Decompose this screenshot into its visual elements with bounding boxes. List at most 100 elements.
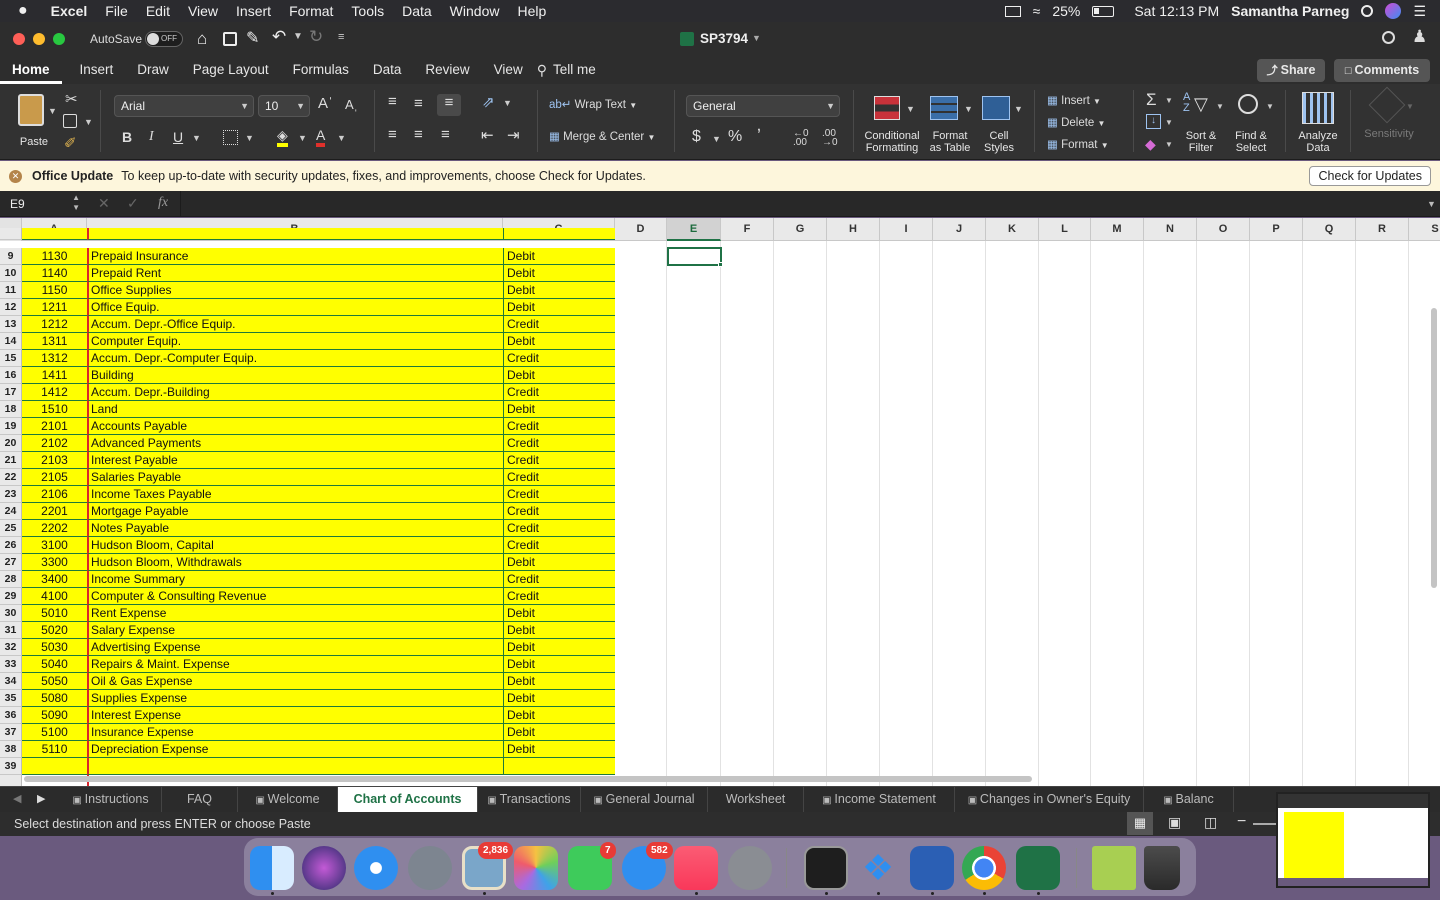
scroll-tabs-left-icon[interactable]: ◀ [13, 792, 21, 805]
account-number-cell[interactable]: 1412 [22, 384, 87, 401]
row-number[interactable]: 26 [0, 537, 22, 554]
name-box[interactable]: E9 ▲ ▼ [4, 193, 84, 214]
align-left-icon[interactable]: ≡ [388, 126, 397, 143]
row-number[interactable]: 12 [0, 299, 22, 316]
autosum-icon[interactable]: Σ [1146, 90, 1157, 110]
tab-page-layout[interactable]: Page Layout [181, 56, 281, 84]
bluetooth-app-icon[interactable]: ❖ [856, 846, 900, 890]
menu-format[interactable]: Format [280, 3, 342, 19]
horizontal-scrollbar[interactable] [24, 776, 1032, 782]
account-name-cell[interactable]: Repairs & Maint. Expense [87, 656, 503, 673]
cell-b[interactable] [87, 228, 503, 240]
menu-window[interactable]: Window [441, 3, 509, 19]
font-color-icon[interactable]: A [316, 127, 326, 147]
account-name-cell[interactable]: Depreciation Expense [87, 741, 503, 758]
row-number[interactable]: 15 [0, 350, 22, 367]
row-number[interactable]: 20 [0, 435, 22, 452]
account-number-cell[interactable]: 5040 [22, 656, 87, 673]
account-name-cell[interactable]: Hudson Bloom, Capital [87, 537, 503, 554]
accounting-dropdown-icon[interactable]: ▼ [712, 134, 721, 144]
user-name[interactable]: Samantha Parneg [1231, 3, 1349, 19]
row-number[interactable]: 29 [0, 588, 22, 605]
page-layout-view-icon[interactable]: ▣ [1168, 814, 1181, 831]
enter-formula-icon[interactable]: ✓ [127, 195, 139, 212]
expand-formula-bar-icon[interactable]: ▼ [1427, 199, 1436, 209]
account-name-cell[interactable]: Accounts Payable [87, 418, 503, 435]
row-number[interactable]: 11 [0, 282, 22, 299]
screenshot-thumbnail[interactable] [1276, 792, 1430, 888]
borders-dropdown-icon[interactable]: ▼ [245, 133, 254, 143]
normal-balance-cell[interactable]: Debit [503, 690, 615, 707]
row-number[interactable]: 23 [0, 486, 22, 503]
row-number[interactable]: 37 [0, 724, 22, 741]
orientation-dropdown-icon[interactable]: ▼ [503, 98, 512, 108]
redo-icon[interactable]: ↻ [309, 27, 323, 47]
conditional-formatting-button[interactable]: ▼ Conditional Formatting [860, 92, 924, 154]
normal-balance-cell[interactable]: Debit [503, 333, 615, 350]
menu-excel[interactable]: Excel [42, 3, 97, 19]
spreadsheet-grid[interactable]: ABCDEFGHIJKLMNOPQRS 91130Prepaid Insuran… [0, 218, 1440, 786]
account-number-cell[interactable]: 2202 [22, 520, 87, 537]
comments-button[interactable]: □ Comments [1334, 59, 1430, 82]
undo-dropdown-icon[interactable]: ▼ [293, 31, 303, 42]
normal-balance-cell[interactable]: Debit [503, 554, 615, 571]
clear-dropdown-icon[interactable]: ▼ [1165, 140, 1173, 149]
format-cells-button[interactable]: ▦ Format ▼ [1047, 136, 1109, 154]
sheet-tab[interactable]: ▣ General Journal [581, 787, 708, 812]
row-number[interactable]: 16 [0, 367, 22, 384]
clear-icon[interactable]: ◆ [1145, 136, 1156, 153]
normal-balance-cell[interactable]: Debit [503, 265, 615, 282]
normal-balance-cell[interactable]: Debit [503, 605, 615, 622]
wrap-text-button[interactable]: ab↵ Wrap Text ▼ [549, 96, 637, 114]
tab-draw[interactable]: Draw [125, 56, 181, 84]
account-number-cell[interactable]: 2201 [22, 503, 87, 520]
account-number-cell[interactable]: 2106 [22, 486, 87, 503]
orientation-icon[interactable]: ⇗ [482, 93, 495, 111]
account-name-cell[interactable]: Income Summary [87, 571, 503, 588]
undo-icon[interactable]: ↶ [272, 27, 286, 47]
launchpad-app-icon[interactable] [408, 846, 452, 890]
copy-icon[interactable] [63, 114, 77, 128]
account-number-cell[interactable]: 2101 [22, 418, 87, 435]
normal-balance-cell[interactable]: Credit [503, 350, 615, 367]
siri-app-icon[interactable] [302, 846, 346, 890]
account-name-cell[interactable]: Salary Expense [87, 622, 503, 639]
account-name-cell[interactable]: Interest Payable [87, 452, 503, 469]
account-name-cell[interactable]: Prepaid Rent [87, 265, 503, 282]
music-app-icon[interactable] [674, 846, 718, 890]
minimize-window-button[interactable] [33, 33, 45, 45]
row-number[interactable]: 21 [0, 452, 22, 469]
account-number-cell[interactable]: 2103 [22, 452, 87, 469]
menu-data[interactable]: Data [393, 3, 441, 19]
account-name-cell[interactable]: Prepaid Insurance [87, 248, 503, 265]
align-center-icon[interactable]: ≡ [414, 126, 423, 143]
normal-balance-cell[interactable]: Debit [503, 367, 615, 384]
account-number-cell[interactable]: 3100 [22, 537, 87, 554]
account-name-cell[interactable]: Rent Expense [87, 605, 503, 622]
row-number[interactable]: 14 [0, 333, 22, 350]
wifi-icon[interactable]: ≈ [1033, 3, 1041, 19]
normal-balance-cell[interactable]: Credit [503, 435, 615, 452]
normal-balance-cell[interactable]: Debit [503, 673, 615, 690]
menu-help[interactable]: Help [508, 3, 555, 19]
cancel-formula-icon[interactable]: ✕ [98, 195, 110, 212]
row-number[interactable] [0, 775, 22, 786]
format-as-table-button[interactable]: ▼ Format as Table [926, 92, 974, 154]
normal-balance-cell[interactable]: Credit [503, 384, 615, 401]
tab-insert[interactable]: Insert [68, 56, 126, 84]
comma-style-icon[interactable]: ʼ [757, 126, 761, 147]
scroll-tabs-right-icon[interactable]: ▶ [37, 792, 45, 805]
tab-home[interactable]: Home [0, 56, 62, 84]
account-number-cell[interactable]: 5090 [22, 707, 87, 724]
notification-center-icon[interactable]: ☰ [1413, 3, 1426, 20]
account-name-cell[interactable]: Office Equip. [87, 299, 503, 316]
account-number-cell[interactable]: 2105 [22, 469, 87, 486]
siri-icon[interactable] [1385, 3, 1402, 19]
menu-edit[interactable]: Edit [137, 3, 179, 19]
account-number-cell[interactable] [22, 758, 87, 775]
account-name-cell[interactable]: Accum. Depr.-Building [87, 384, 503, 401]
insert-function-icon[interactable]: fx [158, 195, 168, 211]
account-number-cell[interactable]: 1411 [22, 367, 87, 384]
system-preferences-app-icon[interactable] [728, 846, 772, 890]
account-name-cell[interactable]: Salaries Payable [87, 469, 503, 486]
